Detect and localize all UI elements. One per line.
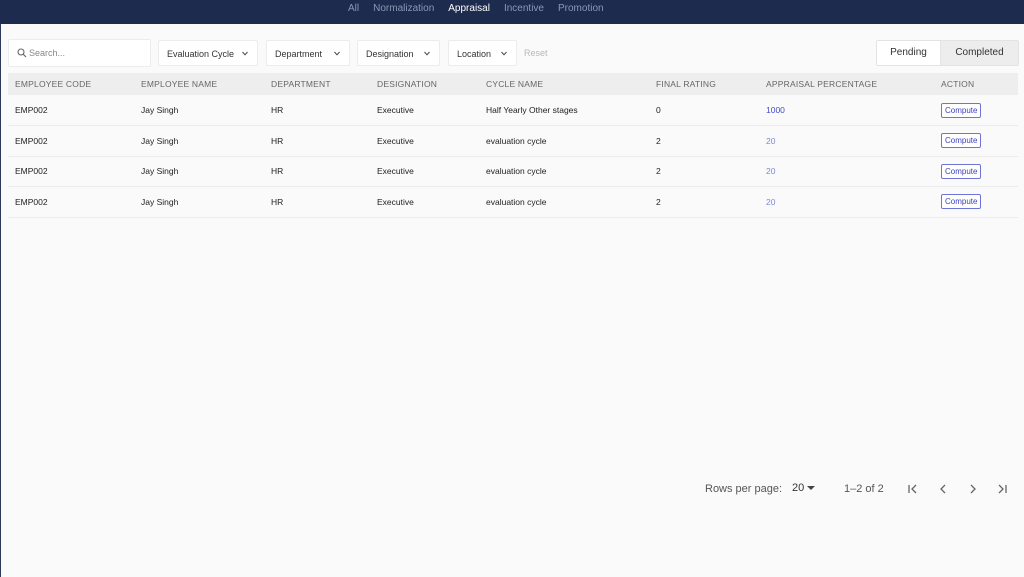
search-icon bbox=[17, 48, 27, 58]
table-row: EMP002 Jay Singh HR Executive Half Yearl… bbox=[8, 95, 1018, 126]
search-input[interactable] bbox=[29, 46, 144, 60]
final-rating-cell: 0 bbox=[649, 95, 759, 126]
employee-name-cell: Jay Singh bbox=[134, 156, 264, 187]
completed-toggle[interactable]: Completed bbox=[941, 41, 1018, 65]
cycle-name-cell: evaluation cycle bbox=[479, 156, 649, 187]
final-rating-cell: 2 bbox=[649, 156, 759, 187]
employee-name-cell: Jay Singh bbox=[134, 95, 264, 126]
header-final-rating[interactable]: FINAL RATING bbox=[649, 73, 759, 95]
tab-promotion[interactable]: Promotion bbox=[558, 3, 604, 15]
cycle-name-cell: Half Yearly Other stages bbox=[479, 95, 649, 126]
final-rating-cell: 2 bbox=[649, 125, 759, 157]
department-cell: HR bbox=[264, 156, 370, 187]
location-dropdown[interactable]: Location bbox=[448, 40, 517, 66]
module-tabs: All Normalization Appraisal Incentive Pr… bbox=[348, 3, 618, 15]
action-cell: Compute bbox=[934, 95, 1018, 126]
compute-button[interactable]: Compute bbox=[941, 102, 982, 118]
next-page-icon[interactable] bbox=[966, 482, 980, 496]
employee-code-cell: EMP002 bbox=[8, 186, 134, 218]
table-row: EMP002 Jay Singh HR Executive evaluation… bbox=[8, 125, 1018, 157]
department-cell: HR bbox=[264, 125, 370, 157]
prev-page-icon[interactable] bbox=[936, 482, 950, 496]
designation-cell: Executive bbox=[370, 95, 479, 126]
action-cell: Compute bbox=[934, 186, 1018, 218]
action-cell: Compute bbox=[934, 156, 1018, 187]
designation-dropdown[interactable]: Designation bbox=[357, 40, 440, 66]
employee-code-cell: EMP002 bbox=[8, 95, 134, 126]
appraisal-table: EMPLOYEE CODE EMPLOYEE NAME DEPARTMENT D… bbox=[8, 73, 1018, 218]
location-label: Location bbox=[457, 49, 492, 59]
header-appraisal-percentage[interactable]: APPRAISAL PERCENTAGE bbox=[759, 73, 934, 95]
department-label: Department bbox=[275, 49, 323, 59]
appraisal-percentage-link[interactable]: 20 bbox=[759, 125, 934, 157]
action-cell: Compute bbox=[934, 125, 1018, 157]
table-row: EMP002 Jay Singh HR Executive evaluation… bbox=[8, 156, 1018, 187]
appraisal-percentage-link[interactable]: 20 bbox=[759, 156, 934, 187]
last-page-icon[interactable] bbox=[995, 482, 1009, 496]
first-page-icon[interactable] bbox=[906, 482, 920, 496]
pagination-bar: Rows per page: 20 1–2 of 2 bbox=[0, 481, 1024, 497]
header-employee-name[interactable]: EMPLOYEE NAME bbox=[134, 73, 264, 95]
table-row: EMP002 Jay Singh HR Executive evaluation… bbox=[8, 186, 1018, 218]
designation-cell: Executive bbox=[370, 125, 479, 157]
filter-bar: Evaluation Cycle Department Designation … bbox=[8, 39, 1018, 67]
header-employee-code[interactable]: EMPLOYEE CODE bbox=[8, 73, 134, 95]
table-header-row: EMPLOYEE CODE EMPLOYEE NAME DEPARTMENT D… bbox=[8, 73, 1018, 95]
header-action: ACTION bbox=[934, 73, 1018, 95]
evaluation-cycle-dropdown[interactable]: Evaluation Cycle bbox=[158, 40, 258, 66]
evaluation-cycle-label: Evaluation Cycle bbox=[167, 49, 235, 59]
tab-appraisal[interactable]: Appraisal bbox=[448, 3, 490, 15]
cycle-name-cell: evaluation cycle bbox=[479, 125, 649, 157]
final-rating-cell: 2 bbox=[649, 186, 759, 218]
designation-cell: Executive bbox=[370, 156, 479, 187]
cycle-name-cell: evaluation cycle bbox=[479, 186, 649, 218]
department-dropdown[interactable]: Department bbox=[266, 40, 350, 66]
chevron-down-icon bbox=[424, 51, 430, 56]
pagination-range: 1–2 of 2 bbox=[844, 483, 884, 495]
compute-button[interactable]: Compute bbox=[941, 163, 982, 179]
employee-code-cell: EMP002 bbox=[8, 156, 134, 187]
employee-name-cell: Jay Singh bbox=[134, 125, 264, 157]
tab-incentive[interactable]: Incentive bbox=[504, 3, 544, 15]
employee-code-cell: EMP002 bbox=[8, 125, 134, 157]
chevron-down-icon bbox=[334, 51, 340, 56]
designation-cell: Executive bbox=[370, 186, 479, 218]
rows-per-page-value: 20 bbox=[792, 482, 805, 494]
header-cycle-name[interactable]: CYCLE NAME bbox=[479, 73, 649, 95]
appraisal-percentage-link[interactable]: 20 bbox=[759, 186, 934, 218]
rows-per-page-label: Rows per page: bbox=[705, 483, 783, 495]
pending-toggle[interactable]: Pending bbox=[877, 41, 941, 65]
reset-button[interactable]: Reset bbox=[524, 48, 548, 58]
search-box bbox=[8, 39, 151, 67]
compute-button[interactable]: Compute bbox=[941, 194, 982, 210]
tab-all[interactable]: All bbox=[348, 3, 359, 15]
header-department[interactable]: DEPARTMENT bbox=[264, 73, 370, 95]
tab-normalization[interactable]: Normalization bbox=[373, 3, 434, 15]
department-cell: HR bbox=[264, 95, 370, 126]
department-cell: HR bbox=[264, 186, 370, 218]
chevron-down-icon bbox=[242, 51, 248, 56]
top-nav-bar: All Normalization Appraisal Incentive Pr… bbox=[0, 0, 1024, 24]
caret-down-icon bbox=[807, 486, 816, 491]
rows-per-page-select[interactable]: 20 bbox=[792, 482, 816, 494]
designation-label: Designation bbox=[366, 49, 414, 59]
employee-name-cell: Jay Singh bbox=[134, 186, 264, 218]
appraisal-percentage-link[interactable]: 1000 bbox=[759, 95, 934, 126]
status-toggle: Pending Completed bbox=[876, 40, 1019, 66]
header-designation[interactable]: DESIGNATION bbox=[370, 73, 479, 95]
compute-button[interactable]: Compute bbox=[941, 133, 982, 149]
chevron-down-icon bbox=[501, 51, 507, 56]
